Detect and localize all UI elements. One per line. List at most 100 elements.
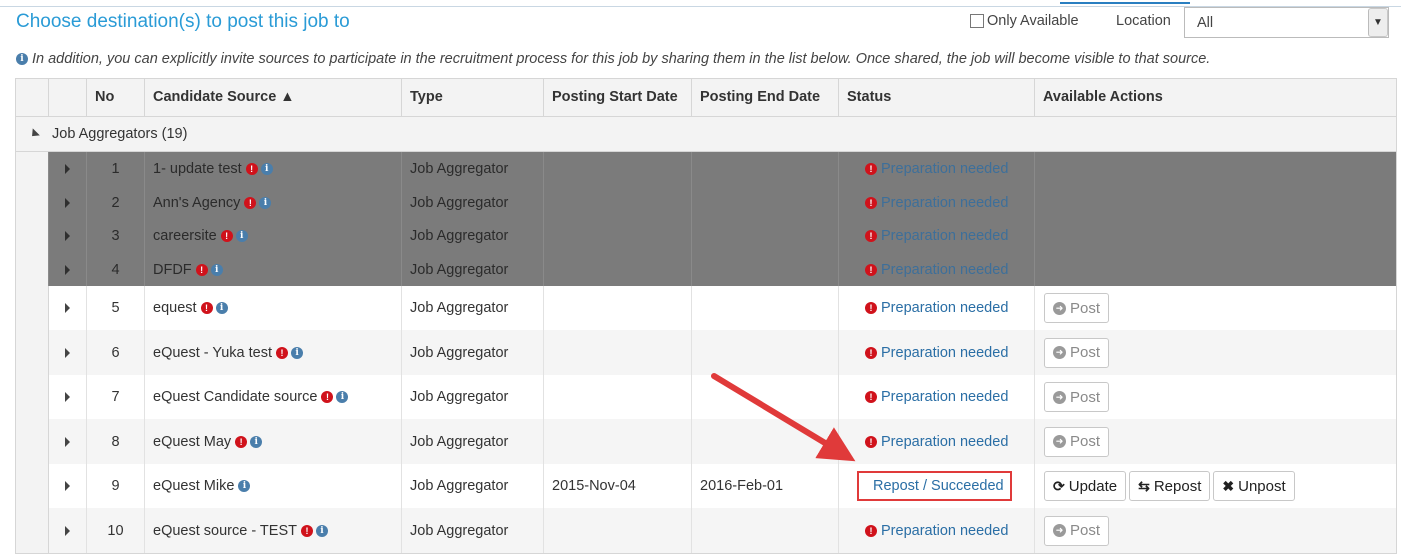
collapse-icon[interactable]: [28, 128, 40, 140]
header-candidate-source[interactable]: Candidate Source ▲: [145, 79, 402, 116]
destinations-grid: No Candidate Source ▲ Type Posting Start…: [15, 78, 1397, 554]
expand-row-icon[interactable]: [65, 264, 70, 275]
update-button[interactable]: ⟳ Update: [1044, 471, 1127, 501]
post-button[interactable]: ➜ Post: [1044, 426, 1110, 457]
status-link[interactable]: Preparation needed: [881, 523, 1008, 539]
expand-cell[interactable]: [49, 253, 87, 286]
cell-actions: [1035, 219, 1396, 253]
cell-actions: ➜ Post: [1035, 375, 1396, 419]
expand-cell[interactable]: [49, 186, 87, 219]
expand-row-icon[interactable]: [65, 164, 70, 174]
group-job-aggregators[interactable]: Job Aggregators (19): [16, 117, 1396, 152]
header-no[interactable]: No: [87, 79, 145, 116]
expand-row-icon[interactable]: [65, 303, 70, 313]
status-link[interactable]: Preparation needed: [881, 434, 1008, 450]
header-status[interactable]: Status: [839, 79, 1035, 116]
warning-icon[interactable]: !: [195, 263, 208, 276]
expand-row-icon[interactable]: [65, 525, 70, 536]
warning-icon[interactable]: !: [300, 524, 313, 537]
row-spacer: [16, 330, 49, 375]
info-icon[interactable]: i: [235, 230, 248, 242]
refresh-icon: ⟳: [1053, 477, 1065, 494]
warning-icon[interactable]: !: [244, 196, 257, 209]
warning-icon[interactable]: !: [321, 391, 334, 403]
cell-type: Job Aggregator: [402, 253, 544, 286]
cell-posting-start: [544, 508, 692, 553]
status-link[interactable]: Preparation needed: [881, 262, 1008, 278]
status-link[interactable]: Preparation needed: [881, 300, 1008, 316]
table-row: 5 equest! i Job Aggregator! Preparation need…: [16, 286, 1396, 330]
header-posting-start[interactable]: Posting Start Date: [544, 79, 692, 116]
status-link[interactable]: Preparation needed: [881, 345, 1008, 361]
expand-row-icon[interactable]: [65, 436, 70, 447]
post-button[interactable]: ➜ Post: [1044, 515, 1110, 546]
status-link[interactable]: Preparation needed: [881, 195, 1008, 211]
cell-candidate-source: 1- update test! i: [145, 152, 402, 186]
info-icon[interactable]: i: [315, 524, 328, 537]
cell-candidate-source: DFDF! i: [145, 253, 402, 286]
cell-no: 10: [87, 508, 145, 553]
expand-cell[interactable]: [49, 330, 87, 375]
source-icons: ! i: [235, 435, 263, 448]
source-name: eQuest - Yuka test: [153, 344, 273, 361]
post-button[interactable]: ➜ Post: [1044, 293, 1110, 323]
post-button[interactable]: ➜ Post: [1044, 382, 1110, 412]
cell-type: Job Aggregator: [402, 419, 544, 464]
info-icon[interactable]: i: [260, 163, 273, 175]
expand-cell[interactable]: [49, 508, 87, 553]
warning-icon[interactable]: !: [220, 230, 233, 242]
warning-icon: !: [865, 196, 877, 209]
info-icon[interactable]: i: [250, 435, 263, 448]
info-icon[interactable]: i: [336, 391, 349, 403]
retweet-icon: ⇆: [1138, 477, 1150, 494]
cell-actions: ➜ Post: [1035, 508, 1396, 553]
cell-posting-start: [544, 375, 692, 419]
info-icon[interactable]: i: [291, 346, 304, 359]
status-link[interactable]: Preparation needed: [881, 389, 1008, 405]
expand-row-icon[interactable]: [65, 392, 70, 402]
source-icons: i: [238, 480, 251, 492]
info-message: i In addition, you can explicitly invite…: [16, 51, 1210, 67]
unpost-button[interactable]: ✖ Unpost: [1213, 471, 1295, 501]
row-spacer: [16, 419, 49, 464]
expand-row-icon[interactable]: [65, 481, 70, 491]
repost-button[interactable]: ⇆ Repost: [1129, 471, 1211, 501]
cell-actions: ⟳ Update ⇆ Repost ✖ Unpost: [1035, 464, 1396, 508]
status-link[interactable]: Preparation needed: [881, 228, 1008, 244]
info-icon[interactable]: i: [259, 196, 272, 209]
header-posting-end[interactable]: Posting End Date: [692, 79, 839, 116]
chevron-down-icon[interactable]: ▼: [1368, 8, 1388, 37]
cell-posting-end: [692, 253, 839, 286]
cell-status: ! Preparation needed: [839, 419, 1035, 464]
table-row: 3 careersite! i Job Aggregator! Preparation …: [16, 219, 1396, 253]
info-icon[interactable]: i: [238, 480, 251, 492]
cell-type: Job Aggregator: [402, 330, 544, 375]
warning-icon[interactable]: !: [245, 163, 258, 175]
row-spacer: [16, 375, 49, 419]
expand-row-icon[interactable]: [65, 231, 70, 241]
warning-icon[interactable]: !: [276, 346, 289, 359]
expand-cell[interactable]: [49, 152, 87, 186]
info-icon[interactable]: i: [210, 263, 223, 276]
expand-cell[interactable]: [49, 419, 87, 464]
expand-cell[interactable]: [49, 464, 87, 508]
info-icon[interactable]: i: [215, 302, 228, 314]
status-link[interactable]: Repost / Succeeded: [873, 478, 1004, 494]
warning-icon[interactable]: !: [235, 435, 248, 448]
expand-row-icon[interactable]: [65, 347, 70, 358]
status-link[interactable]: Preparation needed: [881, 161, 1008, 177]
warning-icon[interactable]: !: [200, 302, 213, 314]
expand-row-icon[interactable]: [65, 197, 70, 208]
cell-posting-end: [692, 286, 839, 330]
expand-cell[interactable]: [49, 286, 87, 330]
post-button[interactable]: ➜ Post: [1044, 337, 1110, 368]
arrow-circle-icon: ➜: [1053, 435, 1066, 448]
only-available-filter[interactable]: Only Available: [970, 13, 1079, 29]
only-available-checkbox[interactable]: [970, 14, 984, 28]
location-select[interactable]: All ▼: [1184, 7, 1389, 38]
header-type[interactable]: Type: [402, 79, 544, 116]
expand-cell[interactable]: [49, 219, 87, 253]
source-icons: ! i: [220, 230, 248, 242]
cell-status: ! Preparation needed: [839, 508, 1035, 553]
expand-cell[interactable]: [49, 375, 87, 419]
